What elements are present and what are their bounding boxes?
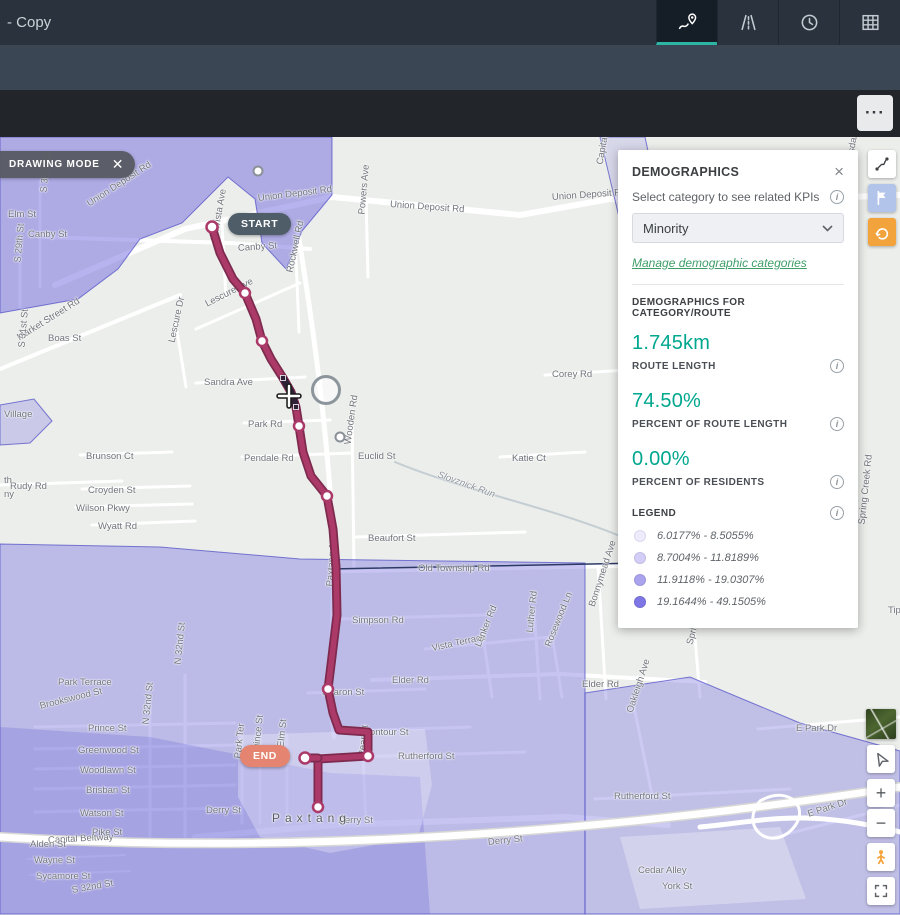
info-icon[interactable]: i [830,475,844,489]
more-options-button[interactable]: ··· [857,95,893,131]
demographic-region [620,827,806,909]
document-title: - Copy [0,14,656,31]
grid-icon [860,12,881,33]
draw-tools [868,150,896,246]
map[interactable]: Union Deposit RdUnion Deposit RdUnion De… [0,137,900,915]
kpi-label: PERCENT OF RESIDENTS [632,477,764,488]
kpi-value: 0.00% [632,448,844,471]
map-controls: + − [866,709,896,905]
info-icon[interactable]: i [830,359,844,373]
zoom-in-button[interactable]: + [867,779,895,807]
draw-area-button[interactable] [868,218,896,246]
pegman-button[interactable] [867,843,895,871]
measure-route-button[interactable] [868,150,896,178]
road-icon [738,12,759,33]
toolbar: ··· [0,90,900,137]
legend-label: 6.0177% - 8.5055% [657,530,754,542]
drawing-mode-banner: DRAWING MODE ✕ [0,151,135,178]
tab-route[interactable] [656,0,717,45]
kpi-percent-residents: 0.00% PERCENT OF RESIDENTS i [632,448,844,489]
legend-color-dot [634,574,646,586]
panel-close-icon[interactable]: × [834,163,844,180]
kpi-value: 1.745km [632,332,844,355]
fullscreen-button[interactable] [867,877,895,905]
legend-label: 19.1644% - 49.1505% [657,596,766,608]
legend-item: 6.0177% - 8.5055% [634,530,842,542]
kpi-label: ROUTE LENGTH [632,361,716,372]
location-arrow-icon [872,750,890,768]
manage-categories-link[interactable]: Manage demographic categories [632,256,807,270]
legend-title: LEGEND [632,508,676,519]
panel-title: DEMOGRAPHICS [632,165,739,179]
tab-road[interactable] [717,0,778,45]
polyline-icon [873,155,891,173]
fullscreen-icon [872,882,890,900]
kpi-percent-route-length: 74.50% PERCENT OF ROUTE LENGTH i [632,390,844,431]
my-location-button[interactable] [867,745,895,773]
legend-label: 8.7004% - 11.8189% [657,552,759,564]
legend-color-dot [634,530,646,542]
legend-item: 11.9118% - 19.0307% [634,574,842,586]
legend-color-dot [634,596,646,608]
kpi-list: 1.745km ROUTE LENGTH i 74.50% PERCENT OF ROU… [632,332,844,489]
drawing-mode-label: DRAWING MODE [9,159,100,170]
legend-item: 19.1644% - 49.1505% [634,596,842,608]
route-end-badge: END [240,745,290,767]
info-icon[interactable]: i [830,506,844,520]
satellite-view-toggle[interactable] [866,709,896,739]
flag-tool-button[interactable] [868,184,896,212]
kpi-route-length: 1.745km ROUTE LENGTH i [632,332,844,373]
legend-label: 11.9118% - 19.0307% [657,574,764,586]
legend-color-dot [634,552,646,564]
route-start-badge: START [228,213,291,235]
tab-table[interactable] [839,0,900,45]
chevron-down-icon [822,225,833,232]
sub-header-bar [0,45,900,90]
category-select-value: Minority [643,221,689,236]
map-circle-marker[interactable] [311,375,341,405]
clock-icon [799,12,820,33]
tab-history[interactable] [778,0,839,45]
legend-list: 6.0177% - 8.5055% 8.7004% - 11.8189% 11.91… [632,530,844,608]
section-title: DEMOGRAPHICS FOR CATEGORY/ROUTE [632,297,844,319]
route-pin-icon [677,11,698,32]
curved-arrow-icon [873,223,891,241]
title-bar: - Copy [0,0,900,45]
info-icon[interactable]: i [830,190,844,204]
zoom-out-button[interactable]: − [867,809,895,837]
header-tabs [656,0,900,45]
kpi-label: PERCENT OF ROUTE LENGTH [632,419,787,430]
flag-icon [873,189,891,207]
legend-item: 8.7004% - 11.8189% [634,552,842,564]
panel-subtitle: Select category to see related KPIs [632,190,819,204]
pegman-icon [872,848,890,866]
info-icon[interactable]: i [830,417,844,431]
drawing-mode-close-icon[interactable]: ✕ [112,156,125,173]
demographic-region [0,399,52,445]
demographics-panel: DEMOGRAPHICS × Select category to see re… [618,150,858,628]
kpi-value: 74.50% [632,390,844,413]
category-select[interactable]: Minority [632,213,844,243]
